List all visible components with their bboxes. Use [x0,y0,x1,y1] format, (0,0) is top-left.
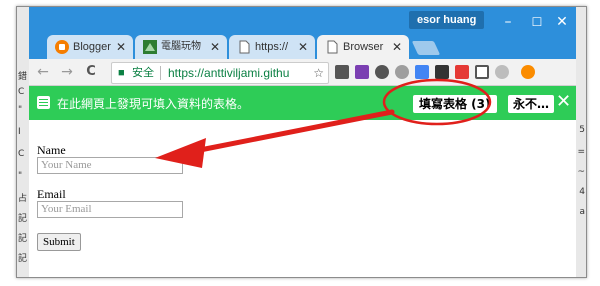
chrome-icon[interactable] [395,65,409,79]
close-infobar-icon[interactable]: ✕ [556,92,571,112]
address-bar[interactable]: ■ 安全 https://anttiviljami.githu ☆ [111,62,329,84]
forward-button[interactable]: → [59,63,75,81]
onenote-icon[interactable] [355,65,369,79]
bg-left-char: " [18,171,23,181]
blogger-icon [55,40,69,54]
page-icon [239,40,250,54]
never-button[interactable]: 永不… [508,95,555,113]
cast-icon[interactable] [475,65,489,79]
tab-close-icon[interactable]: ✕ [116,35,126,59]
bookmark-star-icon[interactable]: ☆ [313,63,324,83]
email-label: Email [37,187,66,201]
bg-right-char: ~ [577,167,585,177]
autofill-infobar: 在此網頁上發現可填入資料的表格。 填寫表格 (3) 永不… ✕ [29,86,576,120]
secure-label: 安全 [132,66,154,79]
bg-right-char: 4 [579,187,585,197]
translate-icon[interactable] [415,65,429,79]
bg-right-char: = [577,147,585,157]
bg-left-char: 記 [18,234,28,244]
browser-window: esor huang – ☐ ✕ Blogger ✕ 電腦玩物 ✕ https:… [29,7,576,277]
tab-close-icon[interactable]: ✕ [298,35,308,59]
bg-left-char: 記 [18,214,28,224]
email-input[interactable]: Your Email [37,201,183,218]
bg-left-char: 記 [18,254,28,264]
close-window-button[interactable]: ✕ [547,13,577,31]
tab-close-icon[interactable]: ✕ [392,35,402,59]
back-button[interactable]: ← [35,63,51,81]
bg-left-char: " [18,105,23,115]
divider [160,66,161,80]
bg-right-char: 5 [579,125,585,135]
screenshot-frame: 錯 C " I C " 占 記 記 記 5 = ~ 4 a esor huang… [16,6,587,278]
tab-label: 電腦玩物 [161,41,201,52]
infobar-message: 在此網頁上發現可填入資料的表格。 [57,97,250,111]
bg-left-char: C [18,87,25,97]
form-icon [37,96,50,109]
evernote-icon[interactable] [335,65,349,79]
page-content: Name Your Name Email Your Email Submit [29,120,576,277]
site-icon [143,40,157,54]
tab-site[interactable]: 電腦玩物 ✕ [135,35,227,59]
toolbar: ← → C ■ 安全 https://anttiviljami.githu ☆ [29,59,576,86]
tab-label: Blogger [73,41,111,53]
pocket-icon[interactable] [375,65,389,79]
submit-button[interactable]: Submit [37,233,81,251]
background-window-right: 5 = ~ 4 a [575,7,586,277]
tab-https[interactable]: https:// ✕ [229,35,315,59]
lock-icon: ■ [118,67,125,79]
tab-label: https:// [255,41,289,53]
tab-label: Browser [343,41,384,53]
gray-icon[interactable] [495,65,509,79]
name-label: Name [37,143,66,157]
red-icon[interactable] [455,65,469,79]
new-tab-button[interactable] [411,41,441,55]
title-bar: esor huang – ☐ ✕ Blogger ✕ 電腦玩物 ✕ https:… [29,7,576,59]
film-icon[interactable] [435,65,449,79]
bg-left-char: 錯 [18,72,28,82]
profile-button[interactable]: esor huang [409,11,485,29]
reload-button[interactable]: C [83,63,99,81]
tab-close-icon[interactable]: ✕ [210,35,220,59]
page-icon [327,40,338,54]
bg-right-char: a [579,207,585,217]
minimize-button[interactable]: – [493,13,523,31]
bg-left-char: C [18,149,25,159]
orange-icon[interactable] [521,65,535,79]
tab-blogger[interactable]: Blogger ✕ [47,35,133,59]
tab-browser-active[interactable]: Browser ✕ [317,35,409,59]
url-text: https://anttiviljami.githu [168,66,290,80]
bg-left-char: 占 [18,194,28,204]
name-input[interactable]: Your Name [37,157,183,174]
fill-form-button[interactable]: 填寫表格 (3) [413,95,497,113]
tab-strip: Blogger ✕ 電腦玩物 ✕ https:// ✕ Browser ✕ [47,35,576,59]
bg-left-char: I [18,127,21,137]
